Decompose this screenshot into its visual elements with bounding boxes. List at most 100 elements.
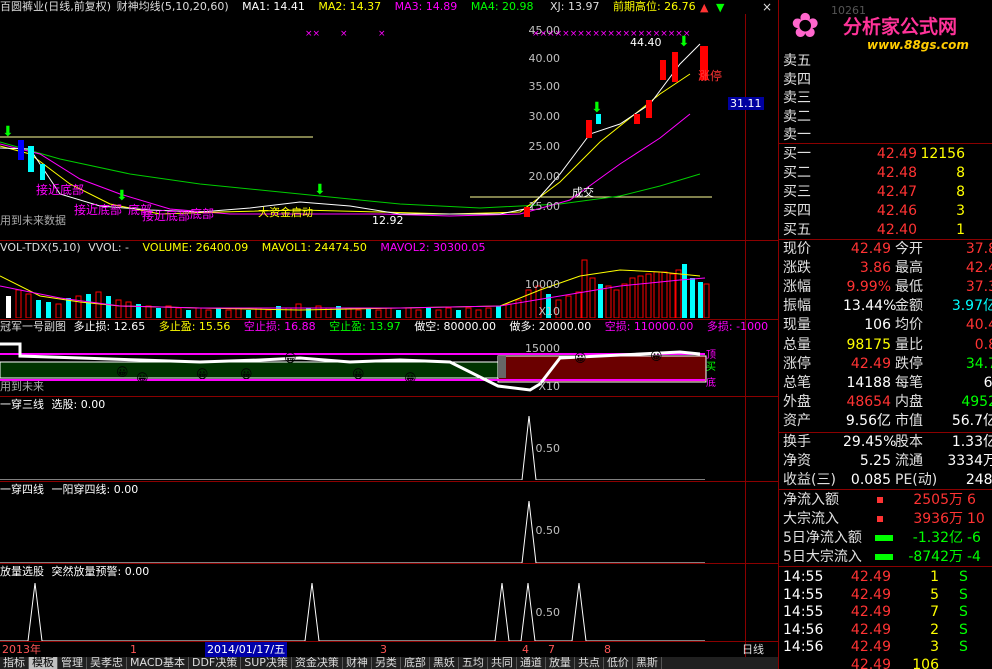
- panel5-chart[interactable]: [0, 579, 745, 641]
- pa-stop-loss-long: 多止损: 12.65: [73, 320, 146, 333]
- sell-row[interactable]: 卖四: [783, 71, 992, 90]
- volume-bar: [465, 307, 472, 318]
- buy-row[interactable]: 买二 42.48 8: [783, 164, 992, 183]
- tab-indicator[interactable]: 黑斯: [633, 657, 662, 669]
- tab-indicator[interactable]: SUP决策: [241, 657, 292, 669]
- sell-label: 卖一: [783, 127, 811, 144]
- tab-indicator[interactable]: DDF决策: [189, 657, 242, 669]
- buy-row[interactable]: 买四 42.46 3: [783, 202, 992, 221]
- quote-value: 3334万: [947, 453, 992, 469]
- tick-time: 14:56: [783, 621, 824, 638]
- header-close-icon[interactable]: ×: [762, 0, 772, 14]
- volume-bar: [505, 303, 512, 318]
- flow-label: 5日净流入额: [783, 530, 862, 546]
- tab-indicator[interactable]: 共点: [575, 657, 604, 669]
- tab-indicator[interactable]: 五均: [459, 657, 488, 669]
- quote-key: 流通: [895, 453, 923, 469]
- volume-bar: [25, 293, 32, 318]
- quote-value: 9.99%: [846, 279, 891, 296]
- buy-row[interactable]: 买三 42.47 8: [783, 183, 992, 202]
- tab-indicator[interactable]: 财神: [343, 657, 372, 669]
- tick-side: S: [959, 604, 968, 620]
- tab-indicator[interactable]: 通道: [517, 657, 546, 669]
- sell-label: 卖二: [783, 108, 811, 125]
- volume-bar: [475, 309, 482, 318]
- tab-indicator[interactable]: MACD基本: [127, 657, 189, 669]
- timeline[interactable]: 2013年 1 2014/01/17/五 3 4 7 8 日线: [0, 641, 778, 657]
- buy-row[interactable]: 买一 42.49 12156: [783, 145, 992, 164]
- header-up-arrow[interactable]: ▲: [700, 1, 708, 14]
- panel3-chart[interactable]: [0, 412, 745, 480]
- quote-value: 3.97亿: [951, 298, 992, 315]
- quote-key: 资产: [783, 412, 811, 429]
- flow-bar: [875, 554, 893, 560]
- fund-flow-row: 5日净流入额 -1.32亿 -6: [783, 529, 992, 548]
- period-label[interactable]: 日线: [742, 642, 764, 657]
- panel3-axis: 0.50: [535, 442, 561, 455]
- volume-chart[interactable]: [0, 256, 745, 318]
- buy-label: 买一: [783, 146, 811, 162]
- quote-row: 外盘 48654内盘 4952: [783, 393, 992, 412]
- candle: [18, 140, 24, 160]
- fund-flow-row: 5日大宗流入 -8742万 -4: [783, 548, 992, 567]
- candle: [28, 146, 34, 172]
- volume-bar: [485, 307, 492, 318]
- ma4-line: [0, 141, 701, 209]
- quote-value: 56.7亿: [951, 412, 992, 429]
- quote-value: 34.7: [965, 355, 992, 372]
- volume-bar: [605, 285, 612, 318]
- volume-bar: [75, 295, 82, 318]
- tick-side: S: [959, 639, 968, 655]
- buy-row[interactable]: 买五 42.40 1: [783, 221, 992, 240]
- sell-row[interactable]: 卖二: [783, 108, 992, 127]
- tab-indicator[interactable]: 底部: [401, 657, 430, 669]
- smile-icon: 😀: [116, 365, 129, 379]
- sell-row[interactable]: 卖三: [783, 89, 992, 108]
- tick-volume: 7: [930, 604, 939, 620]
- tab-indicator[interactable]: 资金决策: [292, 657, 343, 669]
- quote-row: 资产 9.56亿市值 56.7亿: [783, 412, 992, 431]
- pa-axis-top: 15000: [525, 342, 560, 355]
- tab-indicator[interactable]: 共同: [488, 657, 517, 669]
- panel5-header: 放量选股 突然放量预警: 0.00: [0, 565, 159, 579]
- sell-row[interactable]: 卖五: [783, 52, 992, 71]
- sell-row[interactable]: 卖一: [783, 126, 992, 145]
- tab-indicator[interactable]: 模板: [29, 657, 58, 669]
- annotation-bottom: 底部: [190, 206, 214, 221]
- quote-value: 9.56亿: [845, 412, 891, 429]
- current-price-tag: 31.11: [728, 97, 764, 110]
- tick-row: 42.49 106: [783, 656, 992, 669]
- header-down-arrow[interactable]: ▼: [716, 1, 724, 14]
- panel-separator: [0, 563, 778, 564]
- x-markers: ××: [305, 29, 320, 39]
- logo-text: 分析家公式网: [843, 16, 958, 38]
- tab-indicator[interactable]: 指标: [0, 657, 29, 669]
- panel4-chart[interactable]: [0, 497, 745, 563]
- quote-value: 42.49: [850, 241, 891, 257]
- tab-indicator[interactable]: 黑妖: [430, 657, 459, 669]
- tab-indicator[interactable]: 低价: [604, 657, 633, 669]
- volume-bar: [496, 306, 501, 318]
- tick-price: 42.49: [850, 604, 891, 620]
- tick-row: 14:55 42.49 1 S: [783, 568, 992, 587]
- volume-bar: [690, 278, 695, 318]
- pa-long: 做多: 20000.00: [509, 320, 592, 333]
- quote-panel: ✿ 10261 分析家公式网 www.88gs.com 卖五 卖四 卖三 卖二 卖一 买…: [778, 0, 992, 669]
- tab-indicator[interactable]: 放量: [546, 657, 575, 669]
- tab-indicator[interactable]: 吴孝忠: [87, 657, 127, 669]
- quote-row: 总笔 14188每笔 6.: [783, 374, 992, 393]
- smile-icon: 😀: [650, 349, 663, 363]
- volume-bar: [216, 308, 221, 318]
- pa-chart[interactable]: 😀 😀 😀 😀 😀 😀 😀 😀 😀 用到未来 顶 买 底: [0, 336, 745, 396]
- fund-flow-row: 大宗流入 3936万 10: [783, 510, 992, 529]
- volume-bar: [6, 296, 11, 318]
- tab-indicator[interactable]: 管理: [58, 657, 87, 669]
- tick-volume: 5: [930, 586, 939, 603]
- price-chart[interactable]: ⬇ ⬇ ⬇ ⬇ ⬇ ×× × × ××××××××××××××××××××× 接…: [0, 14, 745, 240]
- buy-label: 买二: [783, 165, 811, 181]
- tab-indicator[interactable]: 另类: [372, 657, 401, 669]
- vol-header: VOL-TDX(5,10) VVOL: - VOLUME: 26400.09 M…: [0, 241, 496, 255]
- chart-area[interactable]: 百圆裤业(日线,前复权) 财神均线(5,10,20,60) MA1: 14.41…: [0, 0, 778, 657]
- sell-label: 卖三: [783, 90, 811, 107]
- quote-key: 金额: [895, 298, 923, 315]
